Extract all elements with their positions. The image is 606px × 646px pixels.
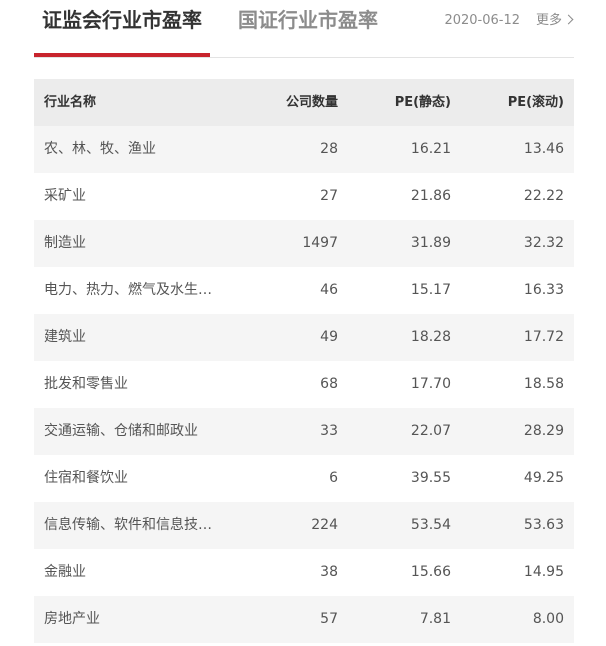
column-header-pe-ttm: PE(滚动) xyxy=(507,95,564,110)
pe-ttm-cell: 17.72 xyxy=(523,329,564,345)
table-row[interactable]: 信息传输、软件和信息技… 224 53.54 53.63 xyxy=(34,502,574,549)
industry-name-cell: 采矿业 xyxy=(44,188,86,204)
pe-ttm-cell: 13.46 xyxy=(523,141,564,157)
more-link[interactable]: 更多 xyxy=(535,12,574,30)
company-count-cell: 46 xyxy=(320,282,338,298)
company-count-cell: 68 xyxy=(320,376,338,392)
company-count-cell: 27 xyxy=(320,188,338,204)
industry-name-cell: 交通运输、仓储和邮政业 xyxy=(44,423,198,439)
pe-static-cell: 31.89 xyxy=(410,235,451,251)
industry-name-cell: 金融业 xyxy=(44,564,86,580)
tab-csrc-industry-pe[interactable]: 证监会行业市盈率 xyxy=(42,6,202,34)
table-body: 农、林、牧、渔业 28 16.21 13.46 采矿业 27 21.86 22.22 制造业 14… xyxy=(34,126,574,643)
column-header-industry: 行业名称 xyxy=(44,95,97,110)
industry-name-cell: 电力、热力、燃气及水生… xyxy=(44,282,212,298)
active-tab-indicator xyxy=(34,53,210,57)
industry-name-cell: 农、林、牧、渔业 xyxy=(44,141,156,157)
pe-static-cell: 39.55 xyxy=(410,470,451,486)
company-count-cell: 38 xyxy=(320,564,338,580)
pe-ttm-cell: 18.58 xyxy=(523,376,564,392)
pe-ttm-cell: 53.63 xyxy=(523,517,564,533)
table-row[interactable]: 制造业 1497 31.89 32.32 xyxy=(34,220,574,267)
table-row[interactable]: 金融业 38 15.66 14.95 xyxy=(34,549,574,596)
company-count-cell: 33 xyxy=(320,423,338,439)
industry-name-cell: 建筑业 xyxy=(44,329,86,345)
pe-static-cell: 17.70 xyxy=(410,376,451,392)
company-count-cell: 6 xyxy=(329,470,338,486)
table-row[interactable]: 房地产业 57 7.81 8.00 xyxy=(34,596,574,643)
industry-name-cell: 制造业 xyxy=(44,235,86,251)
table-header-row: 行业名称 公司数量 PE(静态) PE(滚动) xyxy=(34,79,574,126)
pe-ttm-cell: 14.95 xyxy=(523,564,564,580)
pe-static-cell: 53.54 xyxy=(410,517,451,533)
pe-ttm-cell: 8.00 xyxy=(532,611,564,627)
pe-static-cell: 21.86 xyxy=(410,188,451,204)
pe-static-cell: 15.17 xyxy=(410,282,451,298)
industry-name-cell: 房地产业 xyxy=(44,611,100,627)
pe-static-cell: 7.81 xyxy=(419,611,451,627)
industry-pe-table: 行业名称 公司数量 PE(静态) PE(滚动) 农、林、牧、渔业 28 16.21 1… xyxy=(34,79,574,643)
pe-ttm-cell: 16.33 xyxy=(523,282,564,298)
table-row[interactable]: 农、林、牧、渔业 28 16.21 13.46 xyxy=(34,126,574,173)
column-header-count: 公司数量 xyxy=(285,95,338,110)
industry-name-cell: 批发和零售业 xyxy=(44,376,128,392)
table-row[interactable]: 建筑业 49 18.28 17.72 xyxy=(34,314,574,361)
pe-ttm-cell: 28.29 xyxy=(523,423,564,439)
tab-cnindex-industry-pe[interactable]: 国证行业市盈率 xyxy=(238,6,378,34)
pe-static-cell: 18.28 xyxy=(410,329,451,345)
pe-ttm-cell: 22.22 xyxy=(523,188,564,204)
pe-static-cell: 15.66 xyxy=(410,564,451,580)
table-row[interactable]: 批发和零售业 68 17.70 18.58 xyxy=(34,361,574,408)
industry-name-cell: 住宿和餐饮业 xyxy=(44,470,128,486)
industry-name-cell: 信息传输、软件和信息技… xyxy=(44,517,212,533)
company-count-cell: 1497 xyxy=(302,235,338,251)
pe-ttm-cell: 32.32 xyxy=(523,235,564,251)
date-label: 2020-06-12 xyxy=(444,13,520,28)
header: 证监会行业市盈率 国证行业市盈率 2020-06-12 更多 xyxy=(34,0,574,58)
table-row[interactable]: 住宿和餐饮业 6 39.55 49.25 xyxy=(34,455,574,502)
pe-static-cell: 16.21 xyxy=(410,141,451,157)
company-count-cell: 57 xyxy=(320,611,338,627)
company-count-cell: 49 xyxy=(320,329,338,345)
company-count-cell: 224 xyxy=(311,517,338,533)
table-row[interactable]: 交通运输、仓储和邮政业 33 22.07 28.29 xyxy=(34,408,574,455)
pe-ttm-cell: 49.25 xyxy=(523,470,564,486)
chevron-right-icon xyxy=(563,14,574,25)
more-label: 更多 xyxy=(535,13,562,28)
company-count-cell: 28 xyxy=(320,141,338,157)
table-row[interactable]: 采矿业 27 21.86 22.22 xyxy=(34,173,574,220)
table-row[interactable]: 电力、热力、燃气及水生… 46 15.17 16.33 xyxy=(34,267,574,314)
pe-static-cell: 22.07 xyxy=(410,423,451,439)
column-header-pe-static: PE(静态) xyxy=(394,95,451,110)
